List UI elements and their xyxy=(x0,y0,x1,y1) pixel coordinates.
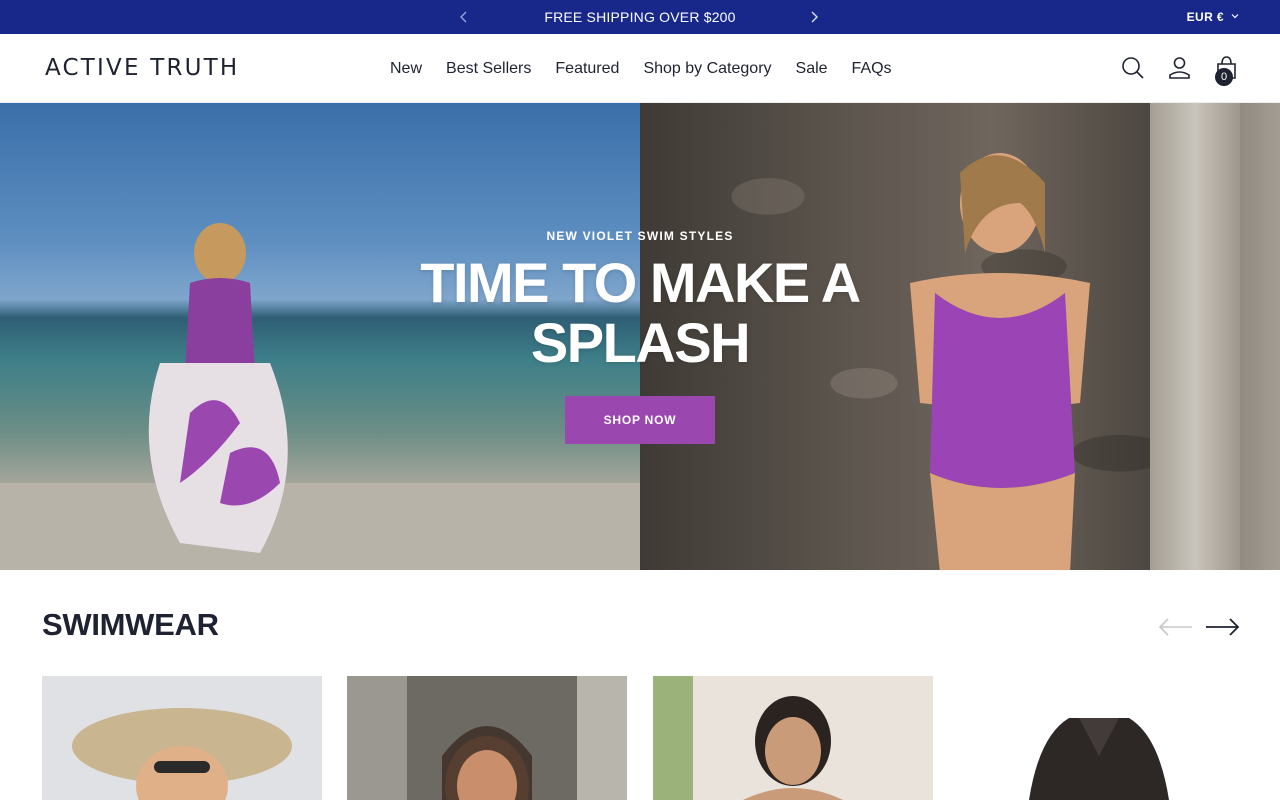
nav-item-faqs[interactable]: FAQs xyxy=(852,60,892,78)
site-header: ACTIVE TRUTH New Best Sellers Featured S… xyxy=(0,34,1280,103)
section-title: SWIMWEAR xyxy=(42,607,219,642)
product-image xyxy=(42,676,322,800)
main-nav: New Best Sellers Featured Shop by Catego… xyxy=(390,34,892,103)
nav-item-shop-by-category[interactable]: Shop by Category xyxy=(643,60,771,78)
product-carousel xyxy=(42,676,1240,800)
currency-label: EUR € xyxy=(1186,10,1224,24)
announcement-bar: FREE SHIPPING OVER $200 EUR € xyxy=(0,0,1280,34)
nav-item-featured[interactable]: Featured xyxy=(555,60,619,78)
search-icon[interactable] xyxy=(1119,54,1146,81)
product-card[interactable] xyxy=(653,676,933,800)
nav-item-new[interactable]: New xyxy=(390,60,422,78)
nav-item-sale[interactable]: Sale xyxy=(796,60,828,78)
user-icon[interactable] xyxy=(1166,54,1193,81)
shop-now-button[interactable]: SHOP NOW xyxy=(565,396,715,444)
slider-controls xyxy=(1158,612,1240,642)
product-card[interactable] xyxy=(959,676,1239,800)
hero-kicker: NEW VIOLET SWIM STYLES xyxy=(546,229,734,243)
product-image xyxy=(347,676,627,800)
product-image xyxy=(653,676,933,800)
product-image xyxy=(959,676,1239,800)
arrow-right-icon[interactable] xyxy=(1204,612,1240,642)
product-card[interactable] xyxy=(42,676,322,800)
chevron-right-icon[interactable] xyxy=(806,9,822,25)
hero-content: NEW VIOLET SWIM STYLES TIME TO MAKE A SP… xyxy=(0,103,1280,570)
announcement-message: FREE SHIPPING OVER $200 xyxy=(544,9,736,25)
cart-count-badge: 0 xyxy=(1215,68,1233,86)
cart-icon[interactable]: 0 xyxy=(1213,54,1240,86)
hero-banner[interactable]: NEW VIOLET SWIM STYLES TIME TO MAKE A SP… xyxy=(0,103,1280,570)
nav-item-best-sellers[interactable]: Best Sellers xyxy=(446,60,531,78)
chevron-down-icon xyxy=(1230,0,1240,34)
arrow-left-icon[interactable] xyxy=(1158,612,1194,642)
currency-selector[interactable]: EUR € xyxy=(1187,0,1240,34)
header-icons: 0 xyxy=(1119,54,1240,86)
logo[interactable]: ACTIVE TRUTH xyxy=(45,55,239,81)
product-card[interactable] xyxy=(347,676,627,800)
hero-title: TIME TO MAKE A SPLASH xyxy=(420,251,861,374)
